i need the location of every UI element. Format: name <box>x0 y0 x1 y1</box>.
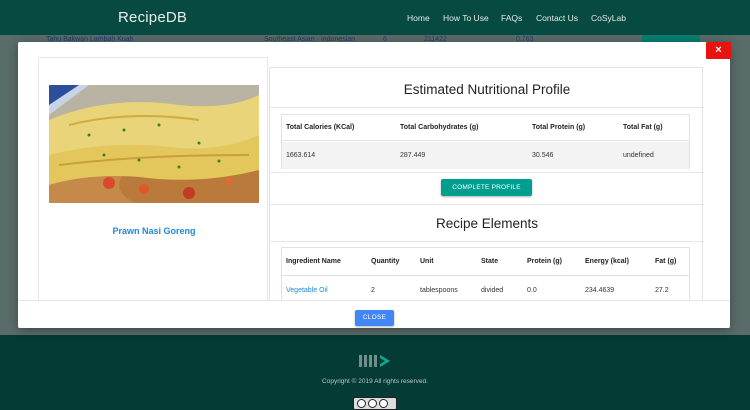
nav-home[interactable]: Home <box>407 13 430 23</box>
cc-nc-icon <box>379 399 388 408</box>
divider <box>270 172 704 173</box>
recipe-elements-title: Recipe Elements <box>435 216 539 231</box>
header-calories: Total Calories (KCal) <box>286 124 355 131</box>
value-calories: 1663.614 <box>286 152 316 159</box>
value-protein: 30.546 <box>532 152 554 159</box>
recipe-title[interactable]: Prawn Nasi Goreng <box>39 226 269 236</box>
nutrition-table-row: 1663.614 287.449 30.546 undefined <box>282 142 689 169</box>
cc-circle-icon <box>357 399 366 408</box>
close-x-icon[interactable]: × <box>706 42 731 59</box>
cc-by-icon <box>368 399 377 408</box>
ingredient-state: divided <box>481 287 504 294</box>
complete-profile-button[interactable]: COMPLETE PROFILE <box>441 179 532 196</box>
value-fat: undefined <box>623 152 654 159</box>
ingredient-protein: 0.0 <box>527 287 537 294</box>
ingredient-unit: tablespoons <box>420 287 458 294</box>
divider <box>270 107 704 108</box>
brand-logo-text[interactable]: RecipeDB <box>118 9 187 26</box>
divider <box>270 241 704 242</box>
header-fat-g: Fat (g) <box>655 258 677 265</box>
ingredient-fat: 27.2 <box>655 287 669 294</box>
cosylab-logo-icon <box>359 355 390 367</box>
header-energy-kcal: Energy (kcal) <box>585 258 629 265</box>
copyright-text: Copyright © 2019 All rights reserved. <box>322 378 428 385</box>
header-protein-g: Protein (g) <box>527 258 562 265</box>
close-button[interactable]: CLOSE <box>355 310 394 326</box>
ingredient-name-link[interactable]: Vegetable Oil <box>286 287 328 294</box>
top-navbar: RecipeDB Home How To Use FAQs Contact Us… <box>0 0 750 35</box>
header-quantity: Quantity <box>371 258 400 265</box>
header-ingredient-name: Ingredient Name <box>286 258 341 265</box>
nav-cosylab[interactable]: CoSyLab <box>591 13 626 23</box>
recipe-details-card: Estimated Nutritional Profile Total Calo… <box>269 67 704 300</box>
ingredients-table-header: Ingredient Name Quantity Unit State Prot… <box>282 248 689 276</box>
nav-contact-us[interactable]: Contact Us <box>536 13 578 23</box>
header-state: State <box>481 258 499 265</box>
header-fat: Total Fat (g) <box>623 124 663 131</box>
site-footer: Copyright © 2019 All rights reserved. <box>0 335 750 410</box>
ingredient-quantity: 2 <box>371 287 375 294</box>
modal-body: Prawn Nasi Goreng Estimated Nutritional … <box>18 42 730 300</box>
header-protein: Total Protein (g) <box>532 124 586 131</box>
recipe-image <box>49 85 259 203</box>
divider <box>270 204 704 205</box>
recipe-card: Prawn Nasi Goreng <box>38 57 268 300</box>
header-carbs: Total Carbohydrates (g) <box>400 124 479 131</box>
table-row: Vegetable Oil 2 tablespoons divided 0.0 … <box>282 277 689 300</box>
value-carbs: 287.449 <box>400 152 426 159</box>
nav-how-to-use[interactable]: How To Use <box>443 13 489 23</box>
creative-commons-badge-icon[interactable] <box>353 397 397 410</box>
nutrition-table: Total Calories (KCal) Total Carbohydrate… <box>281 114 690 169</box>
nav-faqs[interactable]: FAQs <box>501 13 522 23</box>
recipe-modal: Prawn Nasi Goreng Estimated Nutritional … <box>18 42 730 328</box>
ingredient-energy: 234.4639 <box>585 287 615 294</box>
ingredients-table: Ingredient Name Quantity Unit State Prot… <box>281 247 690 300</box>
header-unit: Unit <box>420 258 434 265</box>
nutrition-title: Estimated Nutritional Profile <box>403 82 571 97</box>
modal-footer: CLOSE <box>18 300 730 328</box>
nutrition-table-header: Total Calories (KCal) Total Carbohydrate… <box>282 115 689 141</box>
